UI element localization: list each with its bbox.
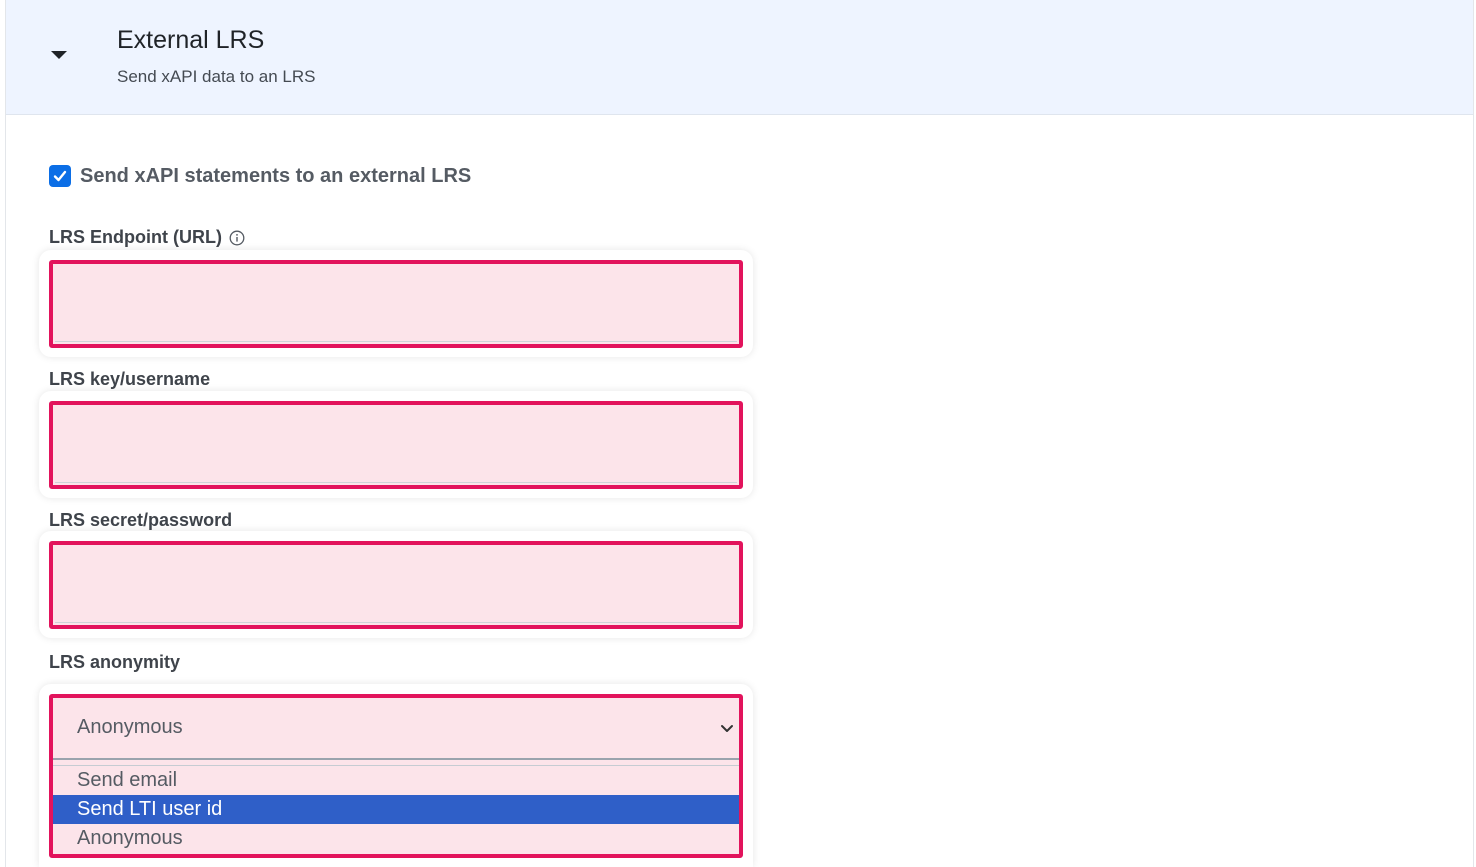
input-underline [55,622,737,623]
endpoint-input[interactable] [53,264,739,344]
anonymity-options-list: Send email Send LTI user id Anonymous [53,765,739,853]
option-send-lti-user-id[interactable]: Send LTI user id [53,795,739,824]
input-underline [55,482,737,483]
password-input-box[interactable] [49,541,743,629]
endpoint-label-text: LRS Endpoint (URL) [49,227,222,247]
send-xapi-checkbox-row[interactable]: Send xAPI statements to an external LRS [49,163,471,189]
endpoint-label: LRS Endpoint (URL) [49,227,245,248]
anonymity-field-wrapper: Anonymous Send email Send LTI user id An… [39,684,753,867]
anonymity-selected-value: Anonymous [77,716,183,738]
chevron-down-icon [721,725,733,732]
send-xapi-checkbox-label: Send xAPI statements to an external LRS [80,164,472,187]
password-input[interactable] [53,545,739,625]
external-lrs-panel: External LRS Send xAPI data to an LRS Se… [5,0,1474,867]
username-label: LRS key/username [49,369,211,389]
option-send-email[interactable]: Send email [53,766,739,795]
username-input-box[interactable] [49,401,743,489]
input-underline [55,341,737,342]
anonymity-label: LRS anonymity [49,652,181,672]
info-circle-icon[interactable] [229,230,245,246]
anonymity-select-current[interactable]: Anonymous [53,698,739,760]
anonymity-select[interactable]: Anonymous Send email Send LTI user id An… [49,694,743,858]
caret-down-icon [51,51,67,59]
username-field-wrapper [39,391,753,498]
section-header[interactable]: External LRS Send xAPI data to an LRS [6,0,1473,115]
section-subtitle: Send xAPI data to an LRS [117,67,316,86]
password-label: LRS secret/password [49,510,233,530]
endpoint-input-box[interactable] [49,260,743,348]
option-anonymous[interactable]: Anonymous [53,824,739,853]
username-input[interactable] [53,405,739,485]
collapse-toggle[interactable] [42,38,76,72]
password-field-wrapper [39,531,753,638]
send-xapi-checkbox[interactable] [49,165,71,187]
endpoint-field-wrapper [39,250,753,357]
checkmark-icon [53,170,67,182]
section-title: External LRS [117,26,265,54]
